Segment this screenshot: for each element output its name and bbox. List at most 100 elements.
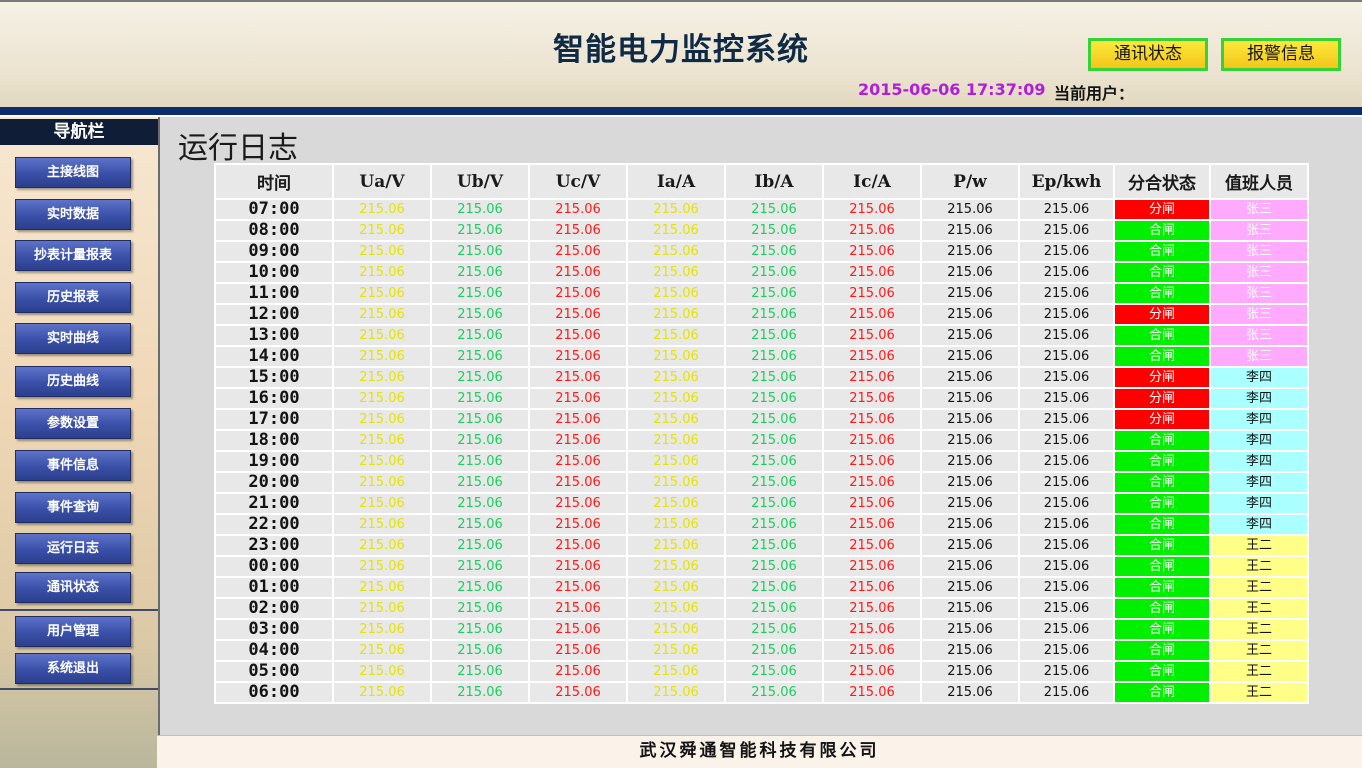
cell-p: 215.06	[922, 683, 1018, 702]
table-row: 04:00 215.06 215.06 215.06 215.06 215.06 215.0…	[216, 641, 1307, 660]
cell-ep: 215.06	[1020, 368, 1113, 387]
cell-time: 12:00	[216, 305, 332, 324]
cell-ua: 215.06	[334, 305, 430, 324]
cell-duty-staff: 李四	[1211, 494, 1307, 513]
cell-ic: 215.06	[824, 641, 920, 660]
cell-switch-state: 合闸	[1115, 242, 1209, 261]
cell-ib: 215.06	[726, 452, 822, 471]
cell-p: 215.06	[922, 515, 1018, 534]
cell-ia: 215.06	[628, 515, 724, 534]
cell-ia: 215.06	[628, 536, 724, 555]
cell-switch-state: 分闸	[1115, 410, 1209, 429]
sidebar-item-parameter-settings[interactable]: 参数设置	[15, 408, 131, 439]
cell-ep: 215.06	[1020, 431, 1113, 450]
cell-p: 215.06	[922, 641, 1018, 660]
cell-ep: 215.06	[1020, 326, 1113, 345]
cell-ib: 215.06	[726, 536, 822, 555]
cell-ua: 215.06	[334, 578, 430, 597]
sidebar-item-metering-report[interactable]: 抄表计量报表	[15, 240, 131, 271]
cell-ep: 215.06	[1020, 410, 1113, 429]
cell-ib: 215.06	[726, 389, 822, 408]
cell-p: 215.06	[922, 557, 1018, 576]
cell-ub: 215.06	[432, 389, 528, 408]
cell-uc: 215.06	[530, 578, 626, 597]
cell-ic: 215.06	[824, 536, 920, 555]
cell-time: 23:00	[216, 536, 332, 555]
cell-ib: 215.06	[726, 683, 822, 702]
cell-ic: 215.06	[824, 347, 920, 366]
sidebar-title: 导航栏	[0, 119, 158, 145]
cell-time: 10:00	[216, 263, 332, 282]
cell-ia: 215.06	[628, 599, 724, 618]
cell-ib: 215.06	[726, 620, 822, 639]
cell-duty-staff: 王二	[1211, 620, 1307, 639]
cell-ib: 215.06	[726, 284, 822, 303]
cell-switch-state: 分闸	[1115, 368, 1209, 387]
cell-ub: 215.06	[432, 305, 528, 324]
cell-ic: 215.06	[824, 410, 920, 429]
table-row: 07:00 215.06 215.06 215.06 215.06 215.06 215.0…	[216, 200, 1307, 219]
table-row: 01:00 215.06 215.06 215.06 215.06 215.06 215.0…	[216, 578, 1307, 597]
cell-ep: 215.06	[1020, 347, 1113, 366]
cell-uc: 215.06	[530, 557, 626, 576]
cell-uc: 215.06	[530, 620, 626, 639]
comm-status-button[interactable]: 通讯状态	[1088, 38, 1208, 71]
sidebar-item-system-exit[interactable]: 系统退出	[15, 653, 131, 684]
cell-ub: 215.06	[432, 578, 528, 597]
cell-ub: 215.06	[432, 620, 528, 639]
cell-ub: 215.06	[432, 431, 528, 450]
cell-ib: 215.06	[726, 410, 822, 429]
cell-p: 215.06	[922, 347, 1018, 366]
cell-switch-state: 合闸	[1115, 473, 1209, 492]
sidebar-item-run-log[interactable]: 运行日志	[15, 533, 131, 564]
cell-ib: 215.06	[726, 263, 822, 282]
cell-ep: 215.06	[1020, 599, 1113, 618]
sidebar-item-event-query[interactable]: 事件查询	[15, 492, 131, 523]
cell-ia: 215.06	[628, 347, 724, 366]
sidebar-item-realtime-curve[interactable]: 实时曲线	[15, 323, 131, 354]
cell-ic: 215.06	[824, 683, 920, 702]
cell-ep: 215.06	[1020, 662, 1113, 681]
cell-duty-staff: 王二	[1211, 641, 1307, 660]
sidebar-item-history-report[interactable]: 历史报表	[15, 282, 131, 313]
alarm-info-button[interactable]: 报警信息	[1221, 38, 1341, 71]
cell-ua: 215.06	[334, 683, 430, 702]
sidebar-item-realtime-data[interactable]: 实时数据	[15, 199, 131, 230]
cell-duty-staff: 张三	[1211, 326, 1307, 345]
cell-ib: 215.06	[726, 473, 822, 492]
cell-ic: 215.06	[824, 662, 920, 681]
cell-ia: 215.06	[628, 410, 724, 429]
cell-duty-staff: 王二	[1211, 536, 1307, 555]
cell-switch-state: 合闸	[1115, 536, 1209, 555]
cell-duty-staff: 李四	[1211, 515, 1307, 534]
cell-uc: 215.06	[530, 410, 626, 429]
cell-duty-staff: 李四	[1211, 473, 1307, 492]
cell-ep: 215.06	[1020, 305, 1113, 324]
sidebar-item-history-curve[interactable]: 历史曲线	[15, 366, 131, 397]
sidebar-item-event-info[interactable]: 事件信息	[15, 450, 131, 481]
cell-duty-staff: 张三	[1211, 242, 1307, 261]
cell-ia: 215.06	[628, 263, 724, 282]
table-row: 12:00 215.06 215.06 215.06 215.06 215.06 215.0…	[216, 305, 1307, 324]
column-header-energy: Ep/kwh	[1020, 165, 1113, 198]
cell-ic: 215.06	[824, 368, 920, 387]
cell-ua: 215.06	[334, 494, 430, 513]
cell-uc: 215.06	[530, 536, 626, 555]
cell-ua: 215.06	[334, 326, 430, 345]
sidebar-item-comm-status[interactable]: 通讯状态	[15, 572, 131, 603]
cell-ua: 215.06	[334, 368, 430, 387]
cell-uc: 215.06	[530, 242, 626, 261]
current-datetime: 2015-06-06 17:37:09	[858, 80, 1046, 99]
cell-time: 15:00	[216, 368, 332, 387]
cell-ia: 215.06	[628, 242, 724, 261]
sidebar-item-user-management[interactable]: 用户管理	[15, 616, 131, 647]
cell-switch-state: 合闸	[1115, 494, 1209, 513]
sidebar-item-main-wiring[interactable]: 主接线图	[15, 157, 131, 188]
cell-ia: 215.06	[628, 452, 724, 471]
cell-time: 18:00	[216, 431, 332, 450]
cell-ua: 215.06	[334, 410, 430, 429]
cell-ia: 215.06	[628, 284, 724, 303]
cell-time: 00:00	[216, 557, 332, 576]
cell-ub: 215.06	[432, 284, 528, 303]
cell-duty-staff: 张三	[1211, 200, 1307, 219]
